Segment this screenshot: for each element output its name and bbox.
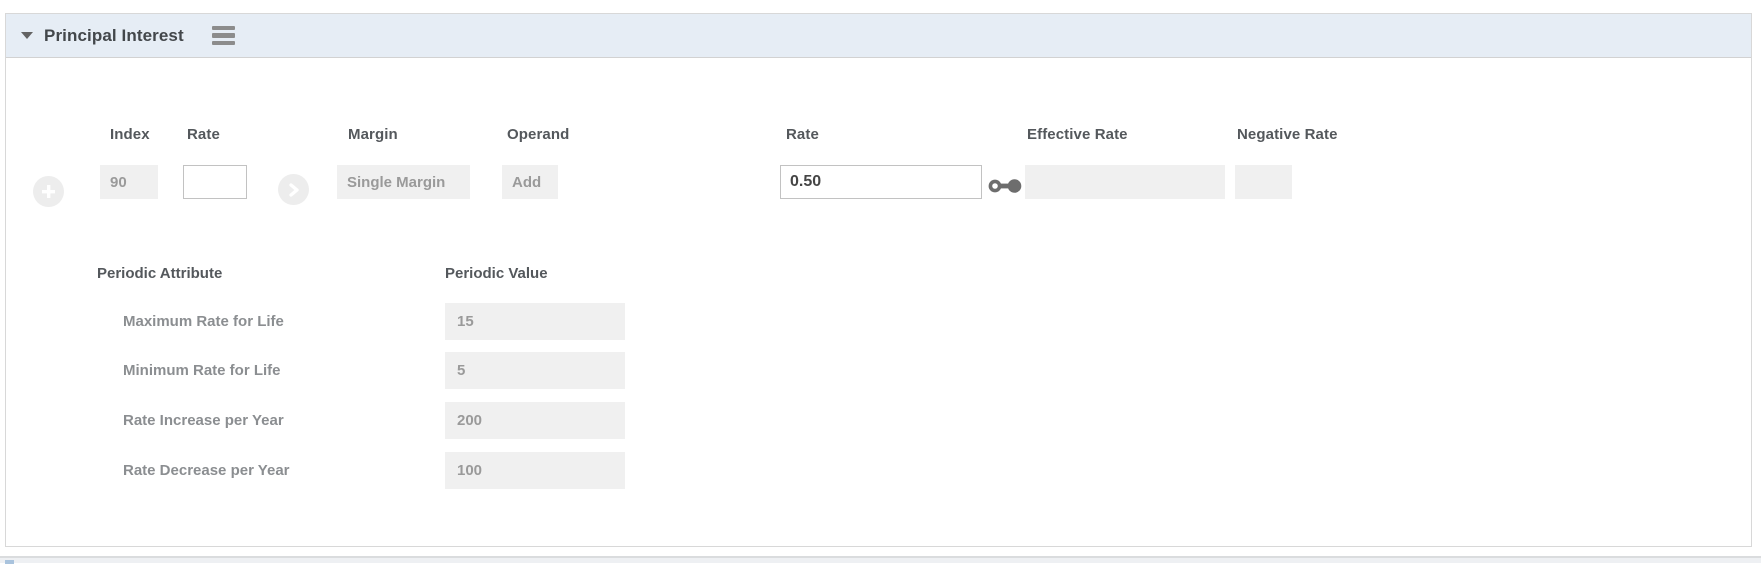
chevron-down-icon[interactable] <box>21 32 33 39</box>
periodic-value-min-rate-life: 5 <box>445 352 625 389</box>
add-row-button[interactable] <box>33 176 64 207</box>
expand-row-button[interactable] <box>278 174 309 205</box>
hamburger-menu-icon[interactable] <box>212 26 235 46</box>
panel-title: Principal Interest <box>44 26 184 46</box>
negative-rate-label: Negative Rate <box>1237 126 1338 143</box>
index-label: Index <box>110 126 150 143</box>
periodic-attr-rate-increase: Rate Increase per Year <box>123 412 284 429</box>
periodic-value-header: Periodic Value <box>445 265 548 282</box>
operand-label: Operand <box>507 126 569 143</box>
key-link-icon[interactable] <box>988 176 1022 196</box>
rate2-input[interactable] <box>780 165 982 199</box>
principal-interest-panel: Principal Interest Index 90 Rate Margin … <box>5 13 1752 547</box>
operand-value: Add <box>502 165 558 199</box>
margin-label: Margin <box>348 126 398 143</box>
effective-rate-label: Effective Rate <box>1027 126 1128 143</box>
rate-label: Rate <box>187 126 220 143</box>
periodic-attr-rate-decrease: Rate Decrease per Year <box>123 462 290 479</box>
index-value: 90 <box>100 165 158 199</box>
rate2-label: Rate <box>786 126 819 143</box>
periodic-attr-max-rate-life: Maximum Rate for Life <box>123 313 284 330</box>
periodic-value-max-rate-life: 15 <box>445 303 625 340</box>
negative-rate-value <box>1235 165 1292 199</box>
next-section-edge <box>0 556 1761 563</box>
periodic-value-rate-decrease: 100 <box>445 452 625 489</box>
plus-icon <box>41 184 56 199</box>
next-section-accent <box>5 560 14 564</box>
effective-rate-value <box>1025 165 1225 199</box>
periodic-value-rate-increase: 200 <box>445 402 625 439</box>
rate-input[interactable] <box>183 165 247 199</box>
periodic-attribute-header: Periodic Attribute <box>97 265 222 282</box>
chevron-right-icon <box>288 183 300 197</box>
panel-header: Principal Interest <box>6 14 1751 58</box>
margin-value: Single Margin <box>337 165 470 199</box>
periodic-attr-min-rate-life: Minimum Rate for Life <box>123 362 281 379</box>
